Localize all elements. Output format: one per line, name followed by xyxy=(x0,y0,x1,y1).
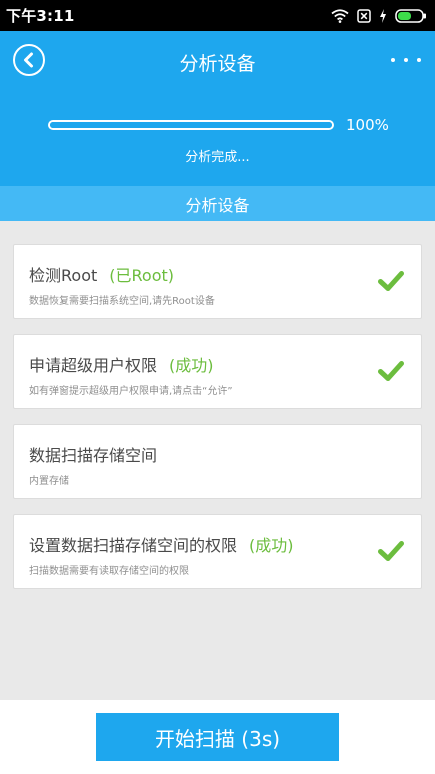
check-item-root: 检测Root (已Root) 数据恢复需要扫描系统空间,请先Root设备 xyxy=(13,244,422,319)
check-item-label: 检测Root xyxy=(29,266,98,285)
check-item-desc: 扫描数据需要有读取存储空间的权限 xyxy=(29,566,189,577)
status-time: 下午3:11 xyxy=(6,7,75,25)
check-item-desc: 数据恢复需要扫描系统空间,请先Root设备 xyxy=(29,296,215,307)
charging-icon xyxy=(380,8,386,23)
check-item-storage-permission: 设置数据扫描存储空间的权限 (成功) 扫描数据需要有读取存储空间的权限 xyxy=(13,514,422,589)
progress-status: 分析完成... xyxy=(185,150,250,165)
start-scan-button[interactable]: 开始扫描 (3s) xyxy=(96,713,339,761)
wifi-icon xyxy=(331,8,349,23)
progress-percent: 100% xyxy=(346,116,389,134)
check-item-title: 申请超级用户权限 (成功) xyxy=(29,352,214,376)
header: 分析设备 100% 分析完成... xyxy=(0,31,435,186)
check-item-superuser: 申请超级用户权限 (成功) 如有弹窗提示超级用户权限申请,请点击“允许” xyxy=(13,334,422,409)
battery-icon xyxy=(395,8,426,23)
status-icons xyxy=(331,8,427,23)
check-item-title: 设置数据扫描存储空间的权限 (成功) xyxy=(29,532,294,556)
more-dot xyxy=(404,58,408,62)
check-item-title: 检测Root (已Root) xyxy=(29,262,174,286)
check-icon xyxy=(378,361,404,381)
check-item-status: (成功) xyxy=(249,536,294,555)
no-sim-icon xyxy=(357,8,371,23)
check-item-status: (已Root) xyxy=(109,266,175,285)
check-item-status: (成功) xyxy=(169,356,214,375)
check-item-title: 数据扫描存储空间 xyxy=(29,442,157,466)
check-icon xyxy=(378,271,404,291)
check-item-label: 数据扫描存储空间 xyxy=(29,446,158,465)
status-bar: 下午3:11 xyxy=(0,0,435,31)
check-icon xyxy=(378,541,404,561)
check-item-storage: 数据扫描存储空间 内置存储 xyxy=(13,424,422,499)
more-button[interactable] xyxy=(391,51,421,69)
progress-bar xyxy=(48,120,334,130)
more-dot xyxy=(391,58,395,62)
more-dot xyxy=(417,58,421,62)
bottom-bar: 开始扫描 (3s) xyxy=(0,700,435,774)
section-title: 分析设备 xyxy=(0,186,435,221)
check-item-label: 申请超级用户权限 xyxy=(29,356,158,375)
progress-fill xyxy=(50,122,332,128)
check-item-label: 设置数据扫描存储空间的权限 xyxy=(29,536,238,555)
check-item-desc: 如有弹窗提示超级用户权限申请,请点击“允许” xyxy=(29,386,233,397)
page-title: 分析设备 xyxy=(179,53,256,75)
check-item-desc: 内置存储 xyxy=(29,476,69,487)
